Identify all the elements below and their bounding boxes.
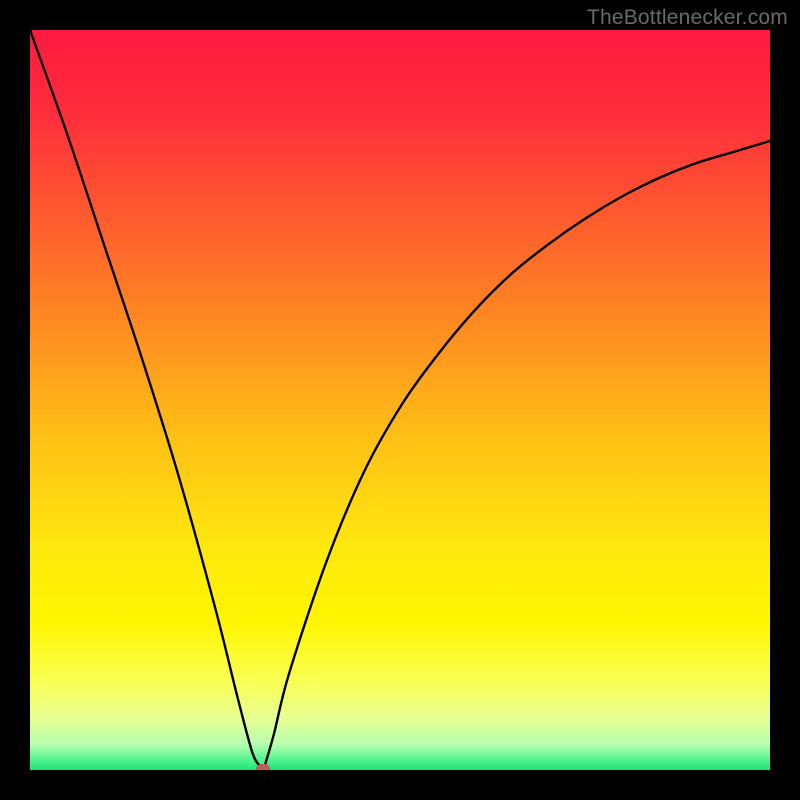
chart-frame: TheBottlenecker.com — [0, 0, 800, 800]
watermark-text: TheBottlenecker.com — [587, 6, 788, 30]
optimal-point-marker — [256, 764, 270, 770]
bottleneck-curve — [30, 30, 770, 770]
plot-area — [30, 30, 770, 770]
